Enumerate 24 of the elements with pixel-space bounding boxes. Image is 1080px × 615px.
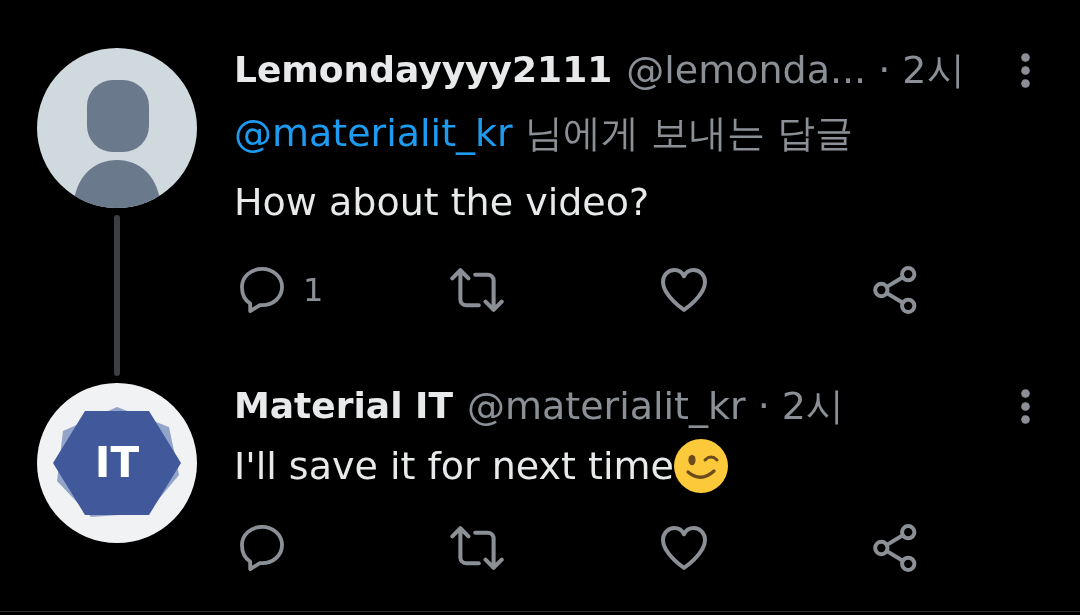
heart-icon [661,268,707,312]
post-time: · 2시 [757,383,844,430]
heart-icon [661,526,707,570]
post-time: · 2시 [878,47,965,94]
more-options-icon[interactable] [1021,52,1030,88]
speech-bubble-icon [239,525,285,571]
user-handle: @materialit_kr [466,383,746,430]
tweet-text: How about the video? [234,179,650,226]
retweet-icon [450,526,504,570]
retweet-icon [450,268,504,312]
mention-link[interactable]: @materialit_kr [234,111,513,155]
reply-context: @materialit_kr 님에게 보내는 답글 [234,110,853,157]
user-handle: @lemonda... [626,47,867,94]
logo-text: IT [94,442,140,484]
avatar-silhouette[interactable] [37,48,197,208]
speech-bubble-icon [239,267,285,313]
share-icon [872,524,918,572]
more-options-icon[interactable] [1021,388,1030,424]
reply-button[interactable]: 1 [239,262,324,318]
tweet-text: I'll save it for next time [234,443,674,490]
logo-avatar[interactable]: IT [37,383,197,543]
display-name: Lemondayyyy2111 [234,48,613,92]
display-name: Material IT [234,384,453,428]
share-icon [872,266,918,314]
